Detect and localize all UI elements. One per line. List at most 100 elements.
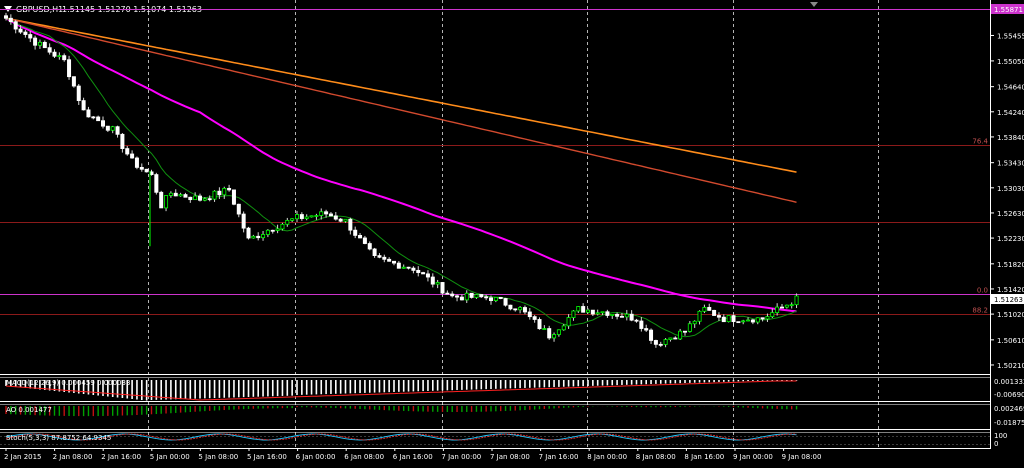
candle-body <box>532 316 537 320</box>
candle-body <box>47 47 52 53</box>
candle-body <box>430 276 435 285</box>
time-tick-label: 7 Jan 00:00 <box>441 453 481 461</box>
candle-body <box>421 272 426 275</box>
price-axis[interactable]: 1.55455 1.55050 1.54640 1.54240 1.53840 1.534… <box>990 4 1024 370</box>
candle-body <box>328 213 333 217</box>
candle-body <box>493 297 498 301</box>
candle-body <box>285 219 290 225</box>
candle-body <box>178 194 183 197</box>
candle-body <box>314 215 319 217</box>
candle-body <box>193 195 198 201</box>
candle-body <box>91 116 96 119</box>
candle-body <box>702 307 707 312</box>
macd-label: MACD(12,26,9) 0.000459 0.000033 <box>6 379 130 387</box>
candle-body <box>251 235 256 239</box>
candle-body <box>658 343 663 346</box>
candle-body <box>188 196 193 201</box>
candle-body <box>571 310 576 318</box>
fib-level-label: 76.4 <box>972 138 988 146</box>
candle-body <box>290 218 295 221</box>
candle-body <box>120 133 125 149</box>
candle-body <box>348 218 353 231</box>
candle-body <box>746 319 751 322</box>
candle-body <box>222 187 227 196</box>
candle-body <box>154 174 159 193</box>
candle-body <box>741 320 746 323</box>
candle-body <box>299 214 304 219</box>
price-tick-label: 1.53030 <box>997 185 1024 193</box>
stoch-panel[interactable]: Stoch(5,3,3) 87.8752 64.9345 <box>0 429 990 445</box>
candle-body <box>319 211 324 216</box>
candle-body <box>67 59 72 78</box>
panel-tick-label: -0.018757 <box>994 419 1024 427</box>
candle-body <box>794 295 799 306</box>
time-tick-label: 9 Jan 00:00 <box>733 453 773 461</box>
panel-tick-label: 100 <box>994 432 1007 440</box>
candle-body <box>105 125 110 131</box>
candle-body <box>653 340 658 345</box>
candle-body <box>358 235 363 239</box>
candle-body <box>668 337 673 340</box>
candle-body <box>581 306 586 313</box>
fib-level-label: 88.2 <box>972 307 988 315</box>
candle-body <box>52 51 57 57</box>
candle-body <box>261 234 266 239</box>
candle-body <box>775 306 780 314</box>
candle-body <box>600 311 605 314</box>
candle-body <box>270 229 275 232</box>
candle-body <box>527 311 532 318</box>
candle-body <box>401 266 406 269</box>
candle-body <box>324 211 329 215</box>
price-tick-label: 1.52630 <box>997 210 1024 218</box>
price-tick-label: 1.53430 <box>997 160 1024 168</box>
candle-body <box>134 157 139 168</box>
candle-body <box>372 248 377 256</box>
time-tick-label: 6 Jan 16:00 <box>393 453 433 461</box>
candle-body <box>406 266 411 269</box>
candle-body <box>707 307 712 311</box>
panel-tick-label: 0.002469 <box>994 405 1024 413</box>
candle-body <box>396 262 401 269</box>
candle-body <box>736 321 741 324</box>
candle-body <box>115 126 120 135</box>
candle-body <box>552 334 557 339</box>
candle-body <box>425 273 430 278</box>
candle-body <box>629 313 634 321</box>
candle-body <box>687 323 692 332</box>
candle-body <box>435 282 440 285</box>
fib-level-label: 0.0 <box>977 287 988 295</box>
time-tick-label: 5 Jan 00:00 <box>150 453 190 461</box>
chart-window[interactable]: GBPUSD,H1 1.51145 1.51270 1.51074 1.5126… <box>0 0 1024 464</box>
candle-body <box>712 309 717 316</box>
candle-body <box>62 55 67 61</box>
candle-body <box>37 41 42 46</box>
candle-body <box>716 315 721 318</box>
candle-body <box>590 309 595 315</box>
chart-canvas[interactable]: GBPUSD,H1 1.51145 1.51270 1.51074 1.5126… <box>0 0 1024 464</box>
candle-body <box>755 317 760 323</box>
candle-body <box>673 337 678 340</box>
candle-body <box>605 311 610 316</box>
candle-body <box>464 292 469 301</box>
time-tick-label: 2 Jan 16:00 <box>101 453 141 461</box>
candle-body <box>726 315 731 323</box>
candle-body <box>411 267 416 271</box>
candle-body <box>639 320 644 329</box>
candle-body <box>450 293 455 297</box>
time-tick-label: 2 Jan 08:00 <box>53 453 93 461</box>
candle-body <box>503 298 508 306</box>
candle-body <box>586 309 591 313</box>
candle-body <box>294 214 299 220</box>
candle-body <box>338 218 343 222</box>
time-axis[interactable]: 2 Jan 2015 2 Jan 08:00 2 Jan 16:00 5 Jan 00… <box>4 448 821 461</box>
price-tick-label: 1.52230 <box>997 235 1024 243</box>
candle-body <box>561 325 566 331</box>
ao-histogram <box>5 406 798 417</box>
candle-body <box>76 85 81 102</box>
stoch-label: Stoch(5,3,3) 87.8752 64.9345 <box>6 434 111 442</box>
candle-body <box>173 192 178 197</box>
candle-body <box>86 109 91 118</box>
candle-body <box>760 317 765 320</box>
panel-tick-label: 0 <box>994 440 998 448</box>
candle-body <box>692 320 697 325</box>
